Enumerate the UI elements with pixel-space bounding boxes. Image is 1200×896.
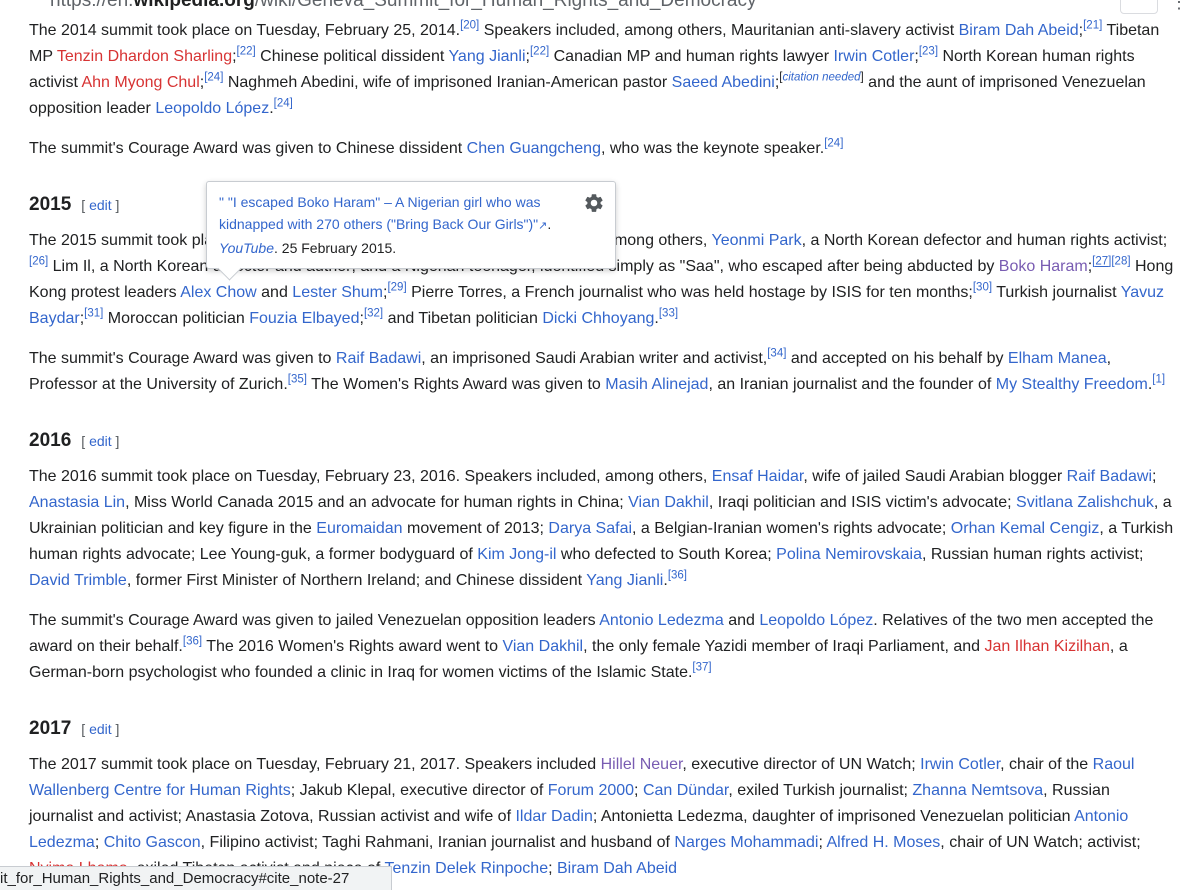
cite-24[interactable]: [24] [824,138,843,150]
edit-link-2016[interactable]: edit [89,433,112,449]
reference-tooltip: " "I escaped Boko Haram" – A Nigerian gi… [206,181,616,281]
url-text[interactable]: https://en.wikipedia.org/wiki/Geneva_Sum… [50,0,757,12]
link-dicki-chhoyang[interactable]: Dicki Chhoyang [542,310,654,327]
link-raif-badawi[interactable]: Raif Badawi [336,350,421,367]
link-orhan-kemal-cengiz[interactable]: Orhan Kemal Cengiz [951,520,1100,537]
link-irwin-cotler[interactable]: Irwin Cotler [833,48,914,65]
edit-link-2015[interactable]: edit [89,197,112,213]
tooltip-reference-title[interactable]: " "I escaped Boko Haram" – A Nigerian gi… [219,194,541,232]
gear-icon[interactable] [583,192,605,214]
cite-24[interactable]: [24] [204,72,223,84]
link-forum-2000[interactable]: Forum 2000 [548,782,634,799]
link-biram-dah-abeid[interactable]: Biram Dah Abeid [959,22,1079,39]
cite-21[interactable]: [21] [1083,20,1102,32]
cite-34[interactable]: [34] [767,348,786,360]
edit-section-2016: [ edit ] [81,433,120,449]
cite-20[interactable]: [20] [460,20,479,32]
edit-section-2017: [ edit ] [81,721,120,737]
url-prefix: https://en. [50,0,134,11]
link-masih-alinejad[interactable]: Masih Alinejad [605,376,708,393]
cite-32[interactable]: [32] [364,308,383,320]
browser-status-bar: it_for_Human_Rights_and_Democracy#cite_n… [0,866,392,890]
link-tenzin-delek-rinpoche[interactable]: Tenzin Delek Rinpoche [384,860,548,877]
browser-url-bar[interactable]: https://en.wikipedia.org/wiki/Geneva_Sum… [0,0,1200,14]
url-path: /wiki/Geneva_Summit_for_Human_Rights_and… [254,0,757,11]
paragraph-2016-award: The summit's Courage Award was given to … [29,612,1154,681]
tooltip-date: . 25 February 2015. [274,240,397,256]
cite-36[interactable]: [36] [183,636,202,648]
cite-33[interactable]: [33] [659,308,678,320]
cite-22[interactable]: [22] [530,46,549,58]
cite-27[interactable]: [27] [1092,256,1111,268]
link-ildar-dadin[interactable]: Ildar Dadin [515,808,592,825]
extensions-icon[interactable]: ⋮ [1170,0,1188,13]
link-euromaidan[interactable]: Euromaidan [316,520,402,537]
citation-needed-link[interactable]: citation needed [783,72,861,84]
link-zhanna-nemtsova[interactable]: Zhanna Nemtsova [912,782,1043,799]
link-david-trimble[interactable]: David Trimble [29,572,127,589]
edit-section-2015: [ edit ] [81,197,120,213]
paragraph-2014-award: The summit's Courage Award was given to … [29,137,844,157]
link-kim-jong-il[interactable]: Kim Jong-il [477,546,556,563]
cite-30[interactable]: [30] [973,282,992,294]
link-ensaf-haidar[interactable]: Ensaf Haidar [712,468,804,485]
link-tenzin-dhardon-sharling[interactable]: Tenzin Dhardon Sharling [57,48,232,65]
link-raif-badawi[interactable]: Raif Badawi [1067,468,1152,485]
link-chen-guangcheng[interactable]: Chen Guangcheng [467,140,601,157]
tooltip-publisher[interactable]: YouTube [219,240,274,256]
link-narges-mohammadi[interactable]: Narges Mohammadi [674,834,818,851]
cite-23[interactable]: [23] [919,46,938,58]
cite-29[interactable]: [29] [387,282,406,294]
cite-1[interactable]: [1] [1152,374,1165,386]
edit-link-2017[interactable]: edit [89,721,112,737]
cite-31[interactable]: [31] [84,308,103,320]
heading-2017: 2017[ edit ] [29,718,120,739]
link-saeed-abedini[interactable]: Saeed Abedini [672,74,775,91]
link-lester-shum[interactable]: Lester Shum [292,284,383,301]
link-yang-jianli[interactable]: Yang Jianli [448,48,525,65]
external-link-icon: ↗ [538,220,548,232]
tab-search-button[interactable] [1120,0,1158,14]
link-biram-dah-abeid[interactable]: Biram Dah Abeid [557,860,677,877]
cite-26[interactable]: [26] [29,256,48,268]
cite-37[interactable]: [37] [692,662,711,674]
link-polina-nemirovskaia[interactable]: Polina Nemirovskaia [776,546,922,563]
link-leopoldo-lopez[interactable]: Leopoldo López [155,100,269,117]
link-antonio-ledezma[interactable]: Antonio Ledezma [599,612,724,629]
heading-2016: 2016[ edit ] [29,430,120,451]
url-domain: wikipedia.org [133,0,255,11]
article-content: The 2014 summit took place on Tuesday, F… [29,18,1174,896]
cite-28[interactable]: [28] [1111,256,1130,268]
link-darya-safai[interactable]: Darya Safai [548,520,632,537]
link-vian-dakhil[interactable]: Vian Dakhil [502,638,583,655]
paragraph-2014-speakers: The 2014 summit took place on Tuesday, F… [29,19,1160,117]
paragraph-2016-speakers: The 2016 summit took place on Tuesday, F… [29,468,1174,589]
link-can-dundar[interactable]: Can Dündar [643,782,728,799]
link-hillel-neuer[interactable]: Hillel Neuer [601,756,683,773]
paragraph-2017-speakers: The 2017 summit took place on Tuesday, F… [29,756,1141,877]
cite-24[interactable]: [24] [274,98,293,110]
link-yeonmi-park[interactable]: Yeonmi Park [711,232,801,249]
link-anastasia-lin[interactable]: Anastasia Lin [29,494,125,511]
cite-36[interactable]: [36] [668,570,687,582]
link-elham-manea[interactable]: Elham Manea [1008,350,1107,367]
link-leopoldo-lopez[interactable]: Leopoldo López [759,612,873,629]
link-ahn-myong-chul[interactable]: Ahn Myong Chul [81,74,199,91]
cite-35[interactable]: [35] [288,374,307,386]
link-alfred-moses[interactable]: Alfred H. Moses [826,834,940,851]
link-vian-dakhil[interactable]: Vian Dakhil [628,494,709,511]
cite-22[interactable]: [22] [237,46,256,58]
link-my-stealthy-freedom[interactable]: My Stealthy Freedom [996,376,1148,393]
link-alex-chow[interactable]: Alex Chow [180,284,256,301]
link-boko-haram[interactable]: Boko Haram [999,258,1088,275]
link-irwin-cotler[interactable]: Irwin Cotler [920,756,1000,773]
link-yang-jianli[interactable]: Yang Jianli [586,572,663,589]
paragraph-2015-award: The summit's Courage Award was given to … [29,347,1166,393]
link-chito-gascon[interactable]: Chito Gascon [104,834,201,851]
link-jan-ilhan-kizilhan[interactable]: Jan Ilhan Kizilhan [985,638,1110,655]
link-fouzia-elbayed[interactable]: Fouzia Elbayed [249,310,359,327]
link-svitlana-zalishchuk[interactable]: Svitlana Zalishchuk [1016,494,1154,511]
